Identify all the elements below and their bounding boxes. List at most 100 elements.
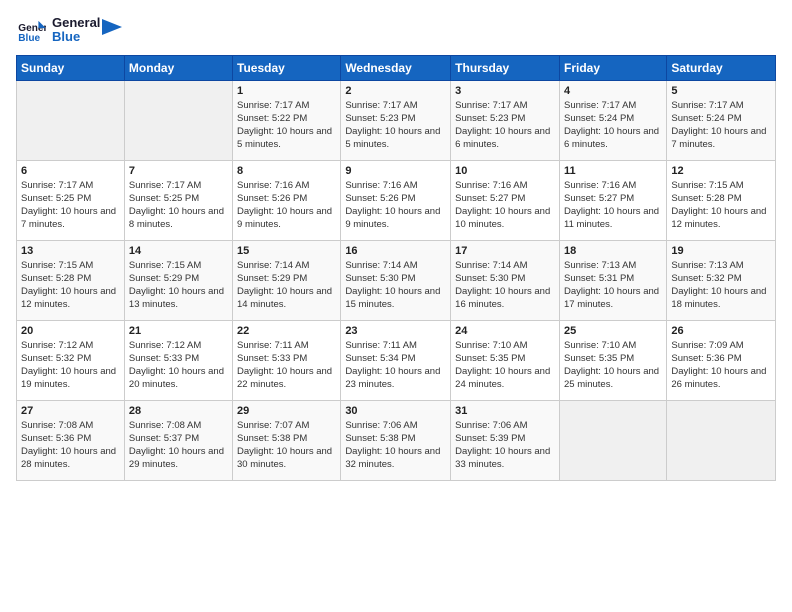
day-info: Sunrise: 7:17 AMSunset: 5:24 PMDaylight:… xyxy=(671,99,771,152)
logo-line2: Blue xyxy=(52,30,100,44)
col-header-thursday: Thursday xyxy=(451,55,560,80)
calendar-cell: 14 Sunrise: 7:15 AMSunset: 5:29 PMDayligh… xyxy=(124,240,232,320)
week-row-5: 27Sunrise: 7:08 AMSunset: 5:36 PMDayligh… xyxy=(17,400,776,480)
calendar-cell: 18 Sunrise: 7:13 AMSunset: 5:31 PMDayligh… xyxy=(559,240,666,320)
calendar-cell: 8 Sunrise: 7:16 AMSunset: 5:26 PMDaylight… xyxy=(233,160,341,240)
day-number: 6 xyxy=(21,165,120,177)
logo: General Blue General Blue xyxy=(16,16,122,45)
day-number: 31 xyxy=(455,405,555,417)
calendar-header-row: SundayMondayTuesdayWednesdayThursdayFrid… xyxy=(17,55,776,80)
day-info: Sunrise: 7:07 AMSunset: 5:38 PMDaylight:… xyxy=(237,419,336,472)
calendar-cell: 22Sunrise: 7:11 AMSunset: 5:33 PMDayligh… xyxy=(233,320,341,400)
day-number: 30 xyxy=(345,405,446,417)
calendar-cell: 11Sunrise: 7:16 AMSunset: 5:27 PMDayligh… xyxy=(559,160,666,240)
calendar-cell: 15Sunrise: 7:14 AMSunset: 5:29 PMDayligh… xyxy=(233,240,341,320)
calendar-cell: 29 Sunrise: 7:07 AMSunset: 5:38 PMDayligh… xyxy=(233,400,341,480)
calendar-cell: 25 Sunrise: 7:10 AMSunset: 5:35 PMDayligh… xyxy=(559,320,666,400)
calendar-cell: 26Sunrise: 7:09 AMSunset: 5:36 PMDayligh… xyxy=(667,320,776,400)
col-header-sunday: Sunday xyxy=(17,55,125,80)
col-header-friday: Friday xyxy=(559,55,666,80)
day-number: 27 xyxy=(21,405,120,417)
col-header-monday: Monday xyxy=(124,55,232,80)
day-info: Sunrise: 7:17 AMSunset: 5:24 PMDaylight:… xyxy=(564,99,662,152)
day-info: Sunrise: 7:13 AMSunset: 5:31 PMDaylight:… xyxy=(564,259,662,312)
week-row-3: 13 Sunrise: 7:15 AMSunset: 5:28 PMDayligh… xyxy=(17,240,776,320)
day-number: 14 xyxy=(129,245,228,257)
day-number: 16 xyxy=(345,245,446,257)
calendar-cell: 5 Sunrise: 7:17 AMSunset: 5:24 PMDaylight… xyxy=(667,80,776,160)
week-row-2: 6 Sunrise: 7:17 AMSunset: 5:25 PMDaylight… xyxy=(17,160,776,240)
day-info: Sunrise: 7:06 AMSunset: 5:39 PMDaylight:… xyxy=(455,419,555,472)
calendar-cell: 6 Sunrise: 7:17 AMSunset: 5:25 PMDaylight… xyxy=(17,160,125,240)
calendar-cell: 28 Sunrise: 7:08 AMSunset: 5:37 PMDayligh… xyxy=(124,400,232,480)
calendar-cell: 21Sunrise: 7:12 AMSunset: 5:33 PMDayligh… xyxy=(124,320,232,400)
calendar-cell: 12 Sunrise: 7:15 AMSunset: 5:28 PMDayligh… xyxy=(667,160,776,240)
day-info: Sunrise: 7:09 AMSunset: 5:36 PMDaylight:… xyxy=(671,339,771,392)
day-info: Sunrise: 7:11 AMSunset: 5:34 PMDaylight:… xyxy=(345,339,446,392)
day-number: 12 xyxy=(671,165,771,177)
day-info: Sunrise: 7:11 AMSunset: 5:33 PMDaylight:… xyxy=(237,339,336,392)
day-info: Sunrise: 7:08 AMSunset: 5:37 PMDaylight:… xyxy=(129,419,228,472)
calendar-cell: 20 Sunrise: 7:12 AMSunset: 5:32 PMDayligh… xyxy=(17,320,125,400)
day-number: 25 xyxy=(564,325,662,337)
day-info: Sunrise: 7:13 AMSunset: 5:32 PMDaylight:… xyxy=(671,259,771,312)
day-number: 5 xyxy=(671,85,771,97)
day-info: Sunrise: 7:17 AMSunset: 5:23 PMDaylight:… xyxy=(345,99,446,152)
day-info: Sunrise: 7:16 AMSunset: 5:27 PMDaylight:… xyxy=(564,179,662,232)
day-info: Sunrise: 7:06 AMSunset: 5:38 PMDaylight:… xyxy=(345,419,446,472)
day-info: Sunrise: 7:17 AMSunset: 5:25 PMDaylight:… xyxy=(21,179,120,232)
day-info: Sunrise: 7:16 AMSunset: 5:26 PMDaylight:… xyxy=(345,179,446,232)
col-header-tuesday: Tuesday xyxy=(233,55,341,80)
day-number: 9 xyxy=(345,165,446,177)
calendar-cell: 13 Sunrise: 7:15 AMSunset: 5:28 PMDayligh… xyxy=(17,240,125,320)
day-number: 7 xyxy=(129,165,228,177)
day-number: 19 xyxy=(671,245,771,257)
calendar-cell: 27Sunrise: 7:08 AMSunset: 5:36 PMDayligh… xyxy=(17,400,125,480)
calendar-cell xyxy=(559,400,666,480)
day-info: Sunrise: 7:15 AMSunset: 5:28 PMDaylight:… xyxy=(671,179,771,232)
day-info: Sunrise: 7:17 AMSunset: 5:25 PMDaylight:… xyxy=(129,179,228,232)
day-number: 29 xyxy=(237,405,336,417)
day-number: 18 xyxy=(564,245,662,257)
day-info: Sunrise: 7:14 AMSunset: 5:29 PMDaylight:… xyxy=(237,259,336,312)
page-header: General Blue General Blue xyxy=(16,16,776,45)
calendar-cell: 24 Sunrise: 7:10 AMSunset: 5:35 PMDayligh… xyxy=(451,320,560,400)
calendar-cell: 10Sunrise: 7:16 AMSunset: 5:27 PMDayligh… xyxy=(451,160,560,240)
calendar-cell: 9 Sunrise: 7:16 AMSunset: 5:26 PMDaylight… xyxy=(341,160,451,240)
logo-icon: General Blue xyxy=(18,19,46,41)
day-info: Sunrise: 7:14 AMSunset: 5:30 PMDaylight:… xyxy=(455,259,555,312)
day-number: 21 xyxy=(129,325,228,337)
calendar-cell xyxy=(667,400,776,480)
calendar-cell: 23 Sunrise: 7:11 AMSunset: 5:34 PMDayligh… xyxy=(341,320,451,400)
calendar-table: SundayMondayTuesdayWednesdayThursdayFrid… xyxy=(16,55,776,481)
day-number: 24 xyxy=(455,325,555,337)
day-number: 13 xyxy=(21,245,120,257)
calendar-cell xyxy=(124,80,232,160)
calendar-cell: 3 Sunrise: 7:17 AMSunset: 5:23 PMDaylight… xyxy=(451,80,560,160)
day-info: Sunrise: 7:17 AMSunset: 5:23 PMDaylight:… xyxy=(455,99,555,152)
calendar-cell: 4 Sunrise: 7:17 AMSunset: 5:24 PMDaylight… xyxy=(559,80,666,160)
svg-text:Blue: Blue xyxy=(18,33,40,41)
day-info: Sunrise: 7:16 AMSunset: 5:26 PMDaylight:… xyxy=(237,179,336,232)
day-number: 23 xyxy=(345,325,446,337)
day-info: Sunrise: 7:15 AMSunset: 5:29 PMDaylight:… xyxy=(129,259,228,312)
day-info: Sunrise: 7:10 AMSunset: 5:35 PMDaylight:… xyxy=(564,339,662,392)
day-number: 4 xyxy=(564,85,662,97)
logo-arrow-icon xyxy=(102,19,122,35)
col-header-saturday: Saturday xyxy=(667,55,776,80)
day-number: 20 xyxy=(21,325,120,337)
day-number: 3 xyxy=(455,85,555,97)
calendar-cell: 16 Sunrise: 7:14 AMSunset: 5:30 PMDayligh… xyxy=(341,240,451,320)
day-number: 8 xyxy=(237,165,336,177)
day-info: Sunrise: 7:16 AMSunset: 5:27 PMDaylight:… xyxy=(455,179,555,232)
calendar-cell: 1Sunrise: 7:17 AMSunset: 5:22 PMDaylight… xyxy=(233,80,341,160)
day-info: Sunrise: 7:12 AMSunset: 5:32 PMDaylight:… xyxy=(21,339,120,392)
day-info: Sunrise: 7:15 AMSunset: 5:28 PMDaylight:… xyxy=(21,259,120,312)
day-number: 17 xyxy=(455,245,555,257)
calendar-cell: 31 Sunrise: 7:06 AMSunset: 5:39 PMDayligh… xyxy=(451,400,560,480)
day-info: Sunrise: 7:14 AMSunset: 5:30 PMDaylight:… xyxy=(345,259,446,312)
day-number: 28 xyxy=(129,405,228,417)
calendar-cell: 30 Sunrise: 7:06 AMSunset: 5:38 PMDayligh… xyxy=(341,400,451,480)
day-info: Sunrise: 7:10 AMSunset: 5:35 PMDaylight:… xyxy=(455,339,555,392)
day-number: 2 xyxy=(345,85,446,97)
